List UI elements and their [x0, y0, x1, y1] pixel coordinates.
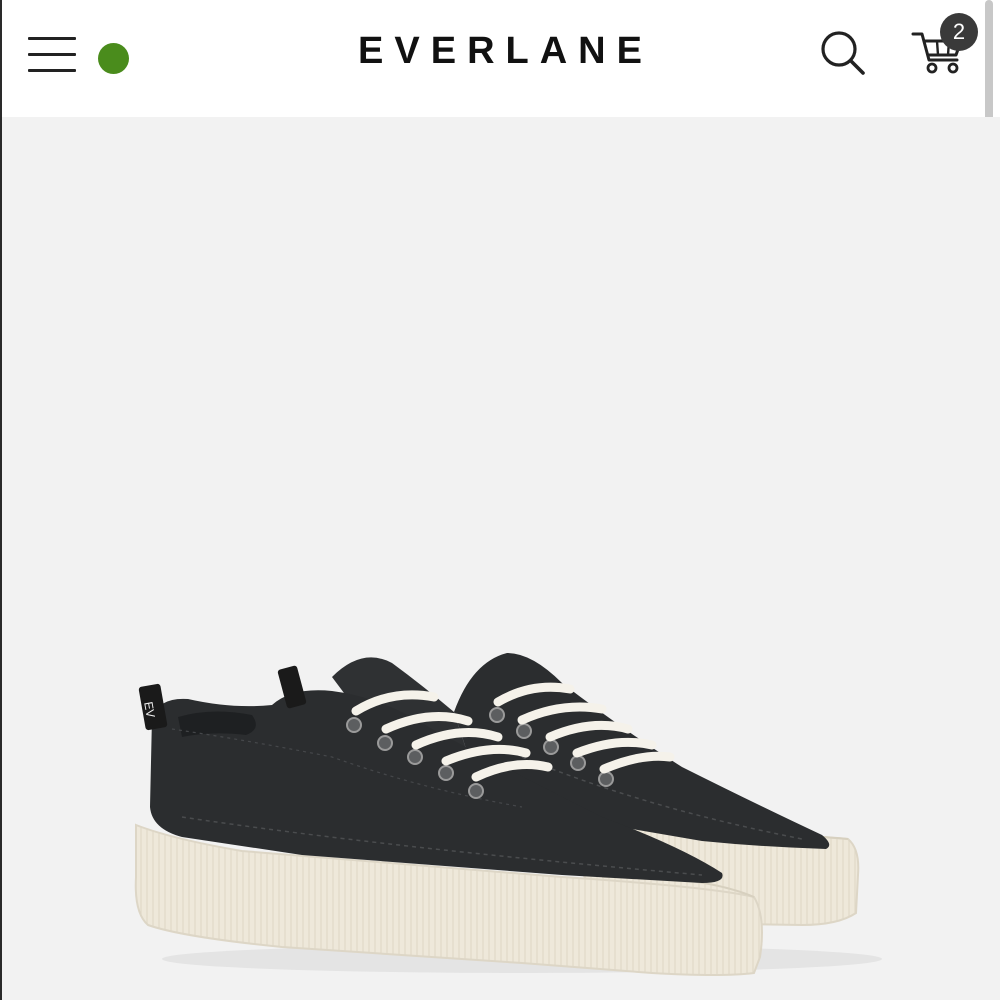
site-header: EVERLANE 2 [0, 0, 1000, 117]
search-button[interactable] [815, 26, 871, 78]
cart-count-badge: 2 [940, 13, 978, 51]
heel-tab-text: EV [141, 701, 158, 719]
search-icon [821, 31, 865, 75]
sneaker-photo: EV [134, 653, 882, 976]
product-page: EVERLANE 2 EV [0, 0, 1000, 1000]
scrollbar-thumb[interactable] [985, 0, 993, 126]
product-image[interactable]: EV [2, 117, 1000, 1000]
